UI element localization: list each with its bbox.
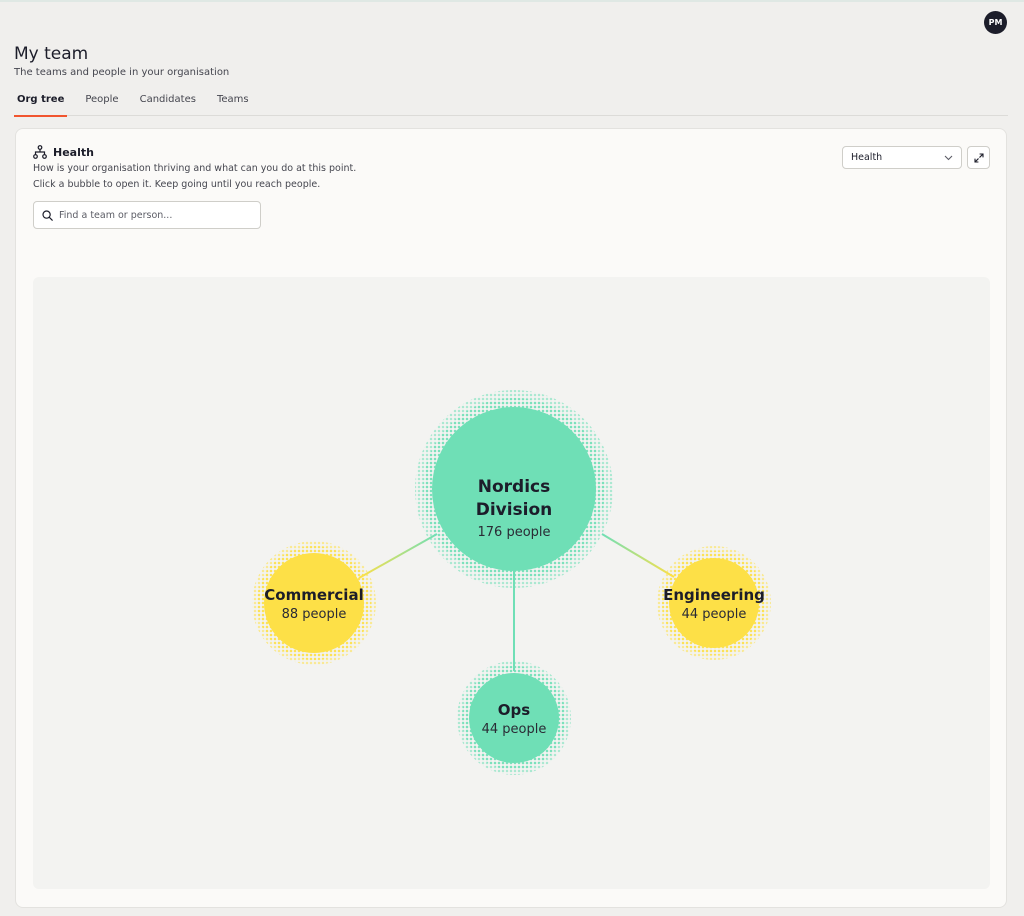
card-description-line-2: Click a bubble to open it. Keep going un… [33, 179, 321, 190]
org-tree-icon [33, 145, 47, 159]
tab-org-tree[interactable]: Org tree [14, 90, 68, 117]
bubble-engineering[interactable] [657, 546, 771, 660]
tab-candidates[interactable]: Candidates [137, 90, 199, 116]
search-icon [42, 209, 53, 221]
bubble-nordics-division[interactable] [415, 390, 613, 588]
expand-icon [973, 152, 984, 163]
org-tree-graph [252, 390, 771, 775]
page-subtitle: The teams and people in your organisatio… [14, 67, 230, 78]
tab-people[interactable]: People [82, 90, 121, 116]
chevron-down-icon [944, 155, 953, 160]
connector-engineering [601, 533, 675, 578]
search-field [33, 201, 261, 229]
health-card: Health How is your organisation thriving… [15, 128, 1007, 908]
card-description-line-1: How is your organisation thriving and wh… [33, 163, 357, 174]
page-title: My team [14, 44, 89, 64]
connector-commercial [358, 533, 438, 579]
user-avatar[interactable]: PM [984, 11, 1007, 34]
tab-teams[interactable]: Teams [214, 90, 252, 116]
search-input[interactable] [59, 209, 249, 221]
tab-bar: Org tree People Candidates Teams [14, 90, 1008, 117]
view-select-value: Health [851, 152, 883, 163]
card-description: How is your organisation thriving and wh… [33, 161, 356, 193]
view-select[interactable]: Health [842, 146, 962, 169]
card-title: Health [53, 146, 94, 159]
org-tree-canvas: Nordics Division 176 people Commercial 8… [33, 277, 990, 889]
expand-button[interactable] [967, 146, 990, 169]
bubble-commercial[interactable] [252, 541, 376, 665]
bubble-ops[interactable] [457, 661, 571, 775]
